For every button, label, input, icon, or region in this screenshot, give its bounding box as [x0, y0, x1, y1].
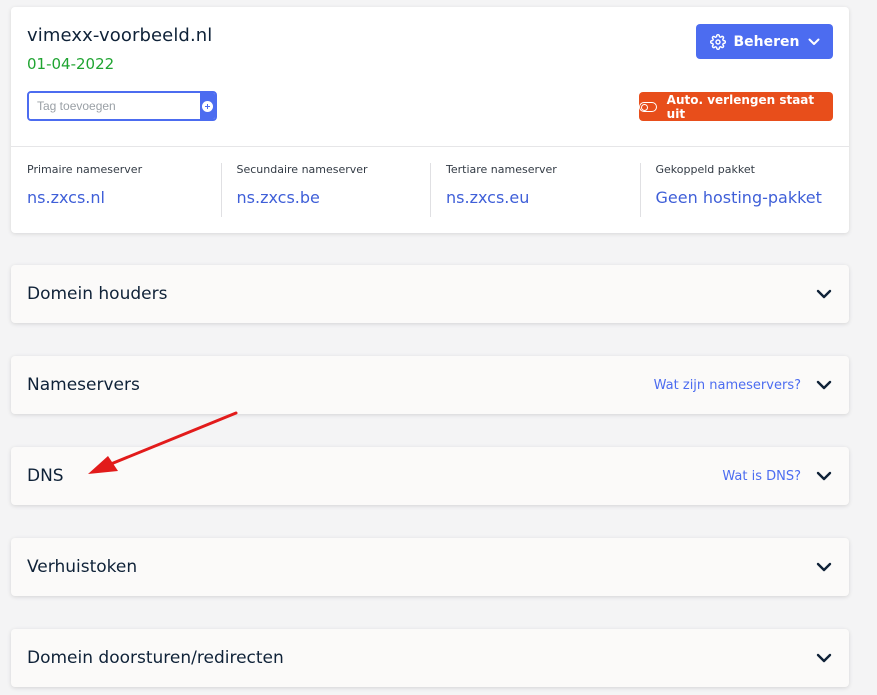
domain-name: vimexx-voorbeeld.nl — [27, 25, 213, 46]
chevron-down-icon — [815, 558, 833, 576]
domain-date: 01-04-2022 — [27, 55, 115, 73]
section-title: Verhuistoken — [27, 557, 138, 577]
nameserver-value[interactable]: ns.zxcs.eu — [446, 188, 624, 207]
nameserver-value[interactable]: ns.zxcs.be — [237, 188, 415, 207]
domain-card: vimexx-voorbeeld.nl 01-04-2022 Beheren A… — [11, 7, 849, 233]
manage-button[interactable]: Beheren — [696, 24, 833, 59]
manage-button-label: Beheren — [733, 33, 800, 50]
chevron-down-icon — [815, 467, 833, 485]
nameserver-label: Primaire nameserver — [27, 163, 143, 176]
section-title: Domein houders — [27, 284, 168, 304]
tag-input[interactable] — [29, 93, 200, 119]
nameserver-primary: Primaire nameserver ns.zxcs.nl — [11, 147, 221, 233]
auto-renew-label: Auto. verlengen staat uit — [666, 92, 815, 121]
nameserver-secondary: Secundaire nameserver ns.zxcs.be — [220, 147, 431, 233]
chevron-down-icon — [815, 649, 833, 667]
chevron-down-icon — [815, 285, 833, 303]
dns-help-link[interactable]: Wat is DNS? — [722, 469, 801, 484]
section-transfer-token[interactable]: Verhuistoken — [11, 538, 849, 596]
section-domain-holders[interactable]: Domein houders — [11, 265, 849, 323]
nameserver-tertiary: Tertiare nameserver ns.zxcs.eu — [430, 147, 640, 233]
plus-circle-icon — [202, 100, 213, 112]
tag-add-button[interactable] — [200, 93, 215, 119]
toggle-off-icon — [639, 101, 657, 112]
nameserver-row: Primaire nameserver ns.zxcs.nl Secundair… — [11, 147, 849, 233]
section-title: Domein doorsturen/redirecten — [27, 648, 284, 668]
section-title: DNS — [27, 466, 64, 486]
section-dns[interactable]: DNS Wat is DNS? — [11, 447, 849, 505]
chevron-down-icon — [815, 376, 833, 394]
section-domain-redirect[interactable]: Domein doorsturen/redirecten — [11, 629, 849, 687]
nameserver-value[interactable]: ns.zxcs.nl — [27, 188, 205, 207]
section-nameservers[interactable]: Nameservers Wat zijn nameservers? — [11, 356, 849, 414]
nameserver-label: Tertiare nameserver — [446, 163, 557, 176]
section-title: Nameservers — [27, 375, 140, 395]
nameservers-help-link[interactable]: Wat zijn nameservers? — [654, 378, 801, 393]
domain-detail-page: vimexx-voorbeeld.nl 01-04-2022 Beheren A… — [0, 0, 877, 695]
linked-package: Gekoppeld pakket Geen hosting-pakket — [639, 147, 850, 233]
nameserver-label: Secundaire nameserver — [236, 163, 368, 176]
auto-renew-button[interactable]: Auto. verlengen staat uit — [639, 92, 833, 121]
linked-package-value[interactable]: Geen hosting-pakket — [656, 188, 834, 207]
linked-package-label: Gekoppeld pakket — [655, 163, 755, 176]
chevron-down-icon — [808, 38, 819, 45]
tag-box — [27, 91, 217, 121]
gear-icon — [709, 33, 726, 50]
